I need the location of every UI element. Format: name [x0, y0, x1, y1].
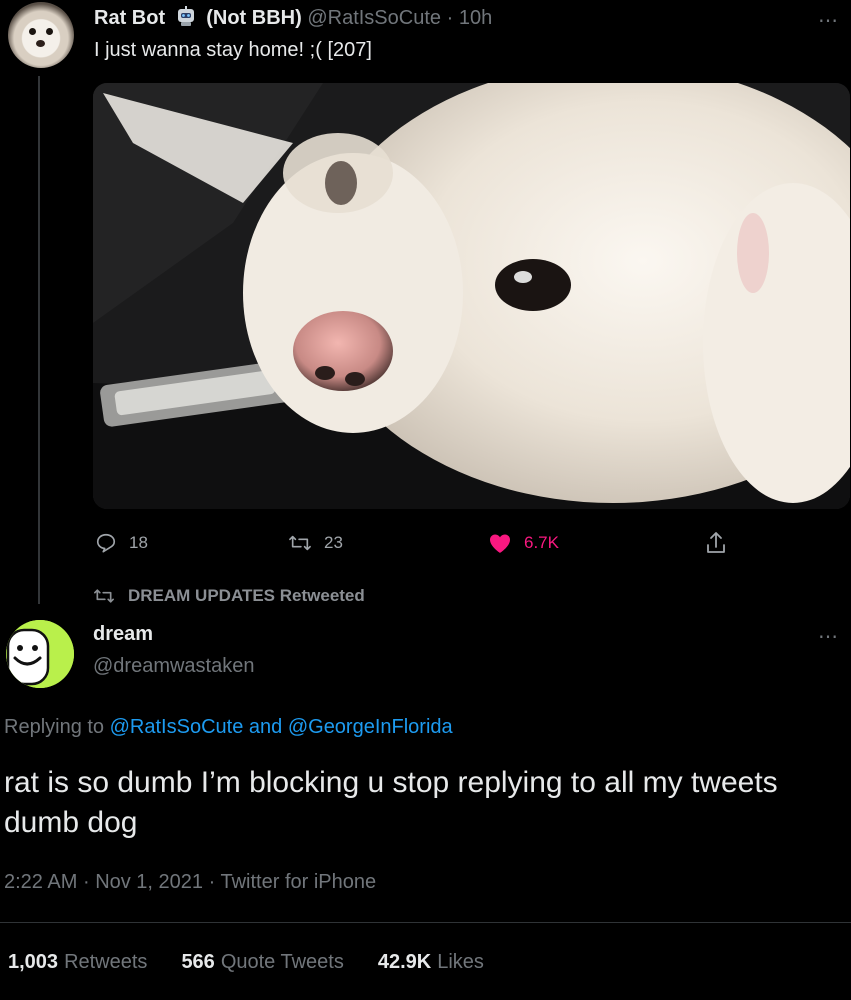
- display-name[interactable]: dream: [93, 623, 153, 646]
- more-icon[interactable]: ⋯: [818, 624, 839, 649]
- tweet-time[interactable]: 2:22 AM: [4, 871, 77, 893]
- likes-stat[interactable]: 42.9K Likes: [378, 951, 484, 974]
- tweet-date[interactable]: Nov 1, 2021: [95, 871, 203, 893]
- retweet-context[interactable]: DREAM UPDATES Retweeted: [92, 586, 365, 606]
- reply-button[interactable]: 18: [95, 532, 148, 554]
- avatar[interactable]: [6, 620, 74, 688]
- meta-separator: ·: [82, 871, 90, 893]
- share-button[interactable]: [704, 530, 728, 556]
- retweet-button[interactable]: 23: [288, 532, 343, 554]
- retweet-count: 23: [324, 533, 343, 552]
- dream-logo-icon: [6, 620, 74, 688]
- like-button[interactable]: 6.7K: [488, 532, 559, 554]
- avatar[interactable]: [8, 2, 74, 68]
- name-suffix: (Not BBH): [206, 7, 302, 29]
- quotes-stat[interactable]: 566 Quote Tweets: [181, 951, 343, 974]
- retweets-stat[interactable]: 1,003 Retweets: [8, 951, 147, 974]
- avatar-eye: [46, 28, 53, 35]
- handle[interactable]: @dreamwastaken: [93, 655, 254, 678]
- likes-count: 42.9K: [377, 951, 432, 973]
- quotes-count: 566: [181, 951, 215, 973]
- thread-line: [38, 76, 40, 604]
- avatar-nose: [36, 40, 45, 47]
- retweet-context-label: DREAM UPDATES Retweeted: [128, 586, 365, 605]
- replying-prefix: Replying to: [4, 716, 105, 738]
- tweet-photo[interactable]: [93, 83, 850, 509]
- meta-separator: ·: [208, 871, 216, 893]
- robot-icon: [175, 6, 197, 28]
- dog-photo-illustration: [93, 83, 850, 509]
- tweet-header: Rat Bot (Not BBH) @RatIsSoCute · 10h: [94, 6, 492, 30]
- heart-icon: [490, 534, 510, 553]
- handle[interactable]: @RatIsSoCute: [307, 7, 441, 29]
- reply-icon: [96, 533, 116, 553]
- quotes-label: Quote Tweets: [220, 951, 344, 973]
- reply-count: 18: [129, 533, 148, 552]
- retweet-icon: [94, 589, 114, 603]
- tweet-meta: 2:22 AM · Nov 1, 2021 · Twitter for iPho…: [4, 871, 376, 894]
- divider: [0, 922, 851, 923]
- tweet-text: I just wanna stay home! ;( [207]: [94, 39, 372, 61]
- timestamp[interactable]: 10h: [459, 7, 492, 29]
- share-icon: [707, 532, 725, 553]
- tweet-text: rat is so dumb I’m blocking u stop reply…: [4, 766, 778, 839]
- more-icon[interactable]: ⋯: [818, 8, 839, 33]
- avatar-eye: [29, 28, 36, 35]
- separator: ·: [446, 7, 454, 29]
- display-name[interactable]: Rat Bot: [94, 7, 165, 29]
- tweet-stats: 1,003 Retweets 566 Quote Tweets 42.9K Likes: [8, 951, 484, 974]
- tweet-source: Twitter for iPhone: [220, 871, 377, 893]
- retweets-count: 1,003: [8, 951, 59, 973]
- replying-and[interactable]: and: [249, 716, 282, 738]
- likes-label: Likes: [437, 951, 484, 973]
- retweets-label: Retweets: [64, 951, 148, 973]
- mention-link[interactable]: @GeorgeInFlorida: [288, 716, 453, 738]
- mention-link[interactable]: @RatIsSoCute: [110, 716, 244, 738]
- replying-to: Replying to @RatIsSoCute and @GeorgeInFl…: [4, 716, 453, 739]
- like-count: 6.7K: [524, 533, 559, 552]
- retweet-icon: [289, 535, 311, 551]
